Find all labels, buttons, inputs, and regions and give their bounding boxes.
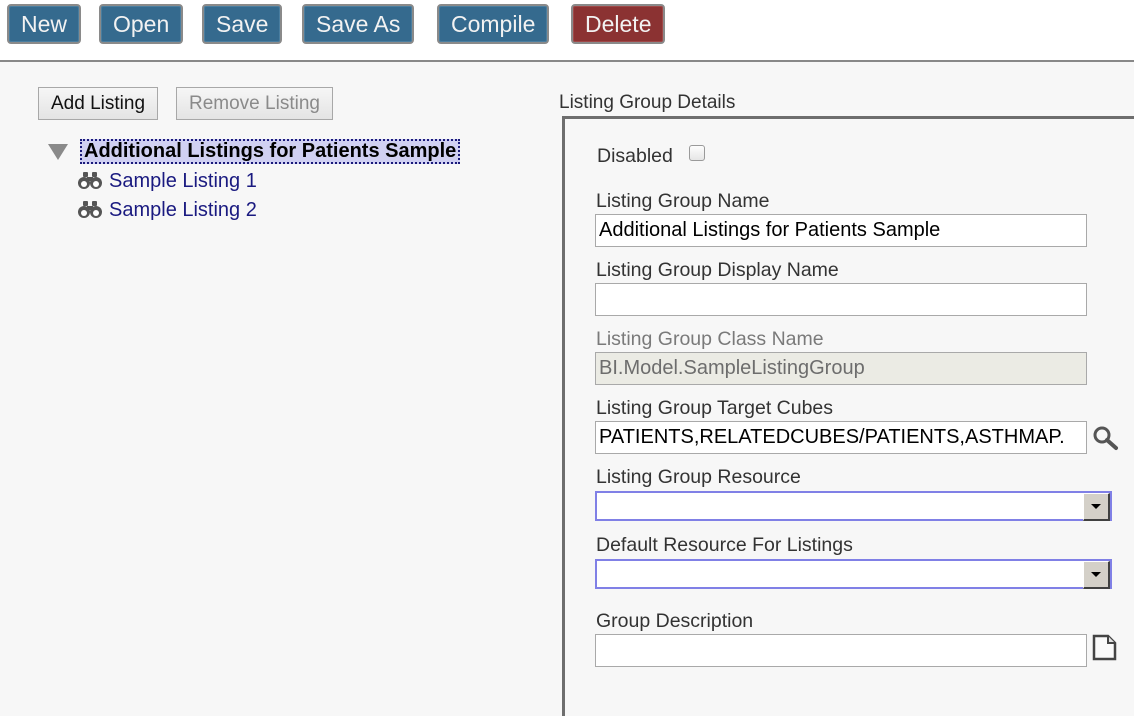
listing-group-name-input[interactable]: Additional Listings for Patients Sample	[595, 214, 1087, 247]
binoculars-icon	[78, 172, 102, 189]
target-cubes-label: Listing Group Target Cubes	[596, 397, 834, 419]
toolbar: New Open Save Save As Compile Delete	[0, 0, 1134, 62]
delete-button[interactable]: Delete	[571, 4, 666, 44]
default-resource-select[interactable]	[595, 559, 1112, 589]
save-as-button[interactable]: Save As	[302, 4, 415, 44]
add-listing-button[interactable]: Add Listing	[38, 87, 159, 120]
group-description-input[interactable]	[595, 634, 1087, 667]
dropdown-arrow-icon[interactable]	[1083, 493, 1110, 521]
disabled-label: Disabled	[597, 145, 673, 167]
document-icon[interactable]	[1092, 634, 1118, 662]
save-button[interactable]: Save	[202, 4, 283, 44]
remove-listing-button[interactable]: Remove Listing	[176, 87, 333, 120]
class-name-input: BI.Model.SampleListingGroup	[595, 352, 1087, 385]
tree-root-item[interactable]: Additional Listings for Patients Sample	[80, 139, 461, 164]
details-title: Listing Group Details	[559, 92, 736, 113]
binoculars-icon	[78, 201, 102, 218]
compile-button[interactable]: Compile	[437, 4, 550, 44]
new-button[interactable]: New	[7, 4, 82, 44]
default-resource-label: Default Resource For Listings	[596, 534, 853, 556]
tree-item-label: Sample Listing 2	[109, 198, 257, 221]
open-button[interactable]: Open	[99, 4, 184, 44]
group-description-label: Group Description	[596, 610, 754, 632]
disabled-checkbox[interactable]	[689, 145, 705, 161]
display-name-label: Listing Group Display Name	[596, 259, 839, 281]
tree-item-sample-listing-2[interactable]: Sample Listing 2	[77, 197, 257, 223]
search-icon[interactable]	[1092, 425, 1120, 451]
collapse-triangle-icon[interactable]	[48, 144, 68, 160]
tree-item-sample-listing-1[interactable]: Sample Listing 1	[77, 168, 257, 194]
tree-item-label: Sample Listing 1	[109, 169, 257, 192]
target-cubes-input[interactable]: PATIENTS,RELATEDCUBES/PATIENTS,ASTHMAP.	[595, 421, 1087, 454]
resource-select[interactable]	[595, 491, 1112, 521]
resource-label: Listing Group Resource	[596, 466, 801, 488]
display-name-input[interactable]	[595, 283, 1087, 316]
listing-group-name-label: Listing Group Name	[596, 190, 770, 212]
dropdown-arrow-icon[interactable]	[1083, 561, 1110, 589]
class-name-label: Listing Group Class Name	[596, 328, 824, 350]
